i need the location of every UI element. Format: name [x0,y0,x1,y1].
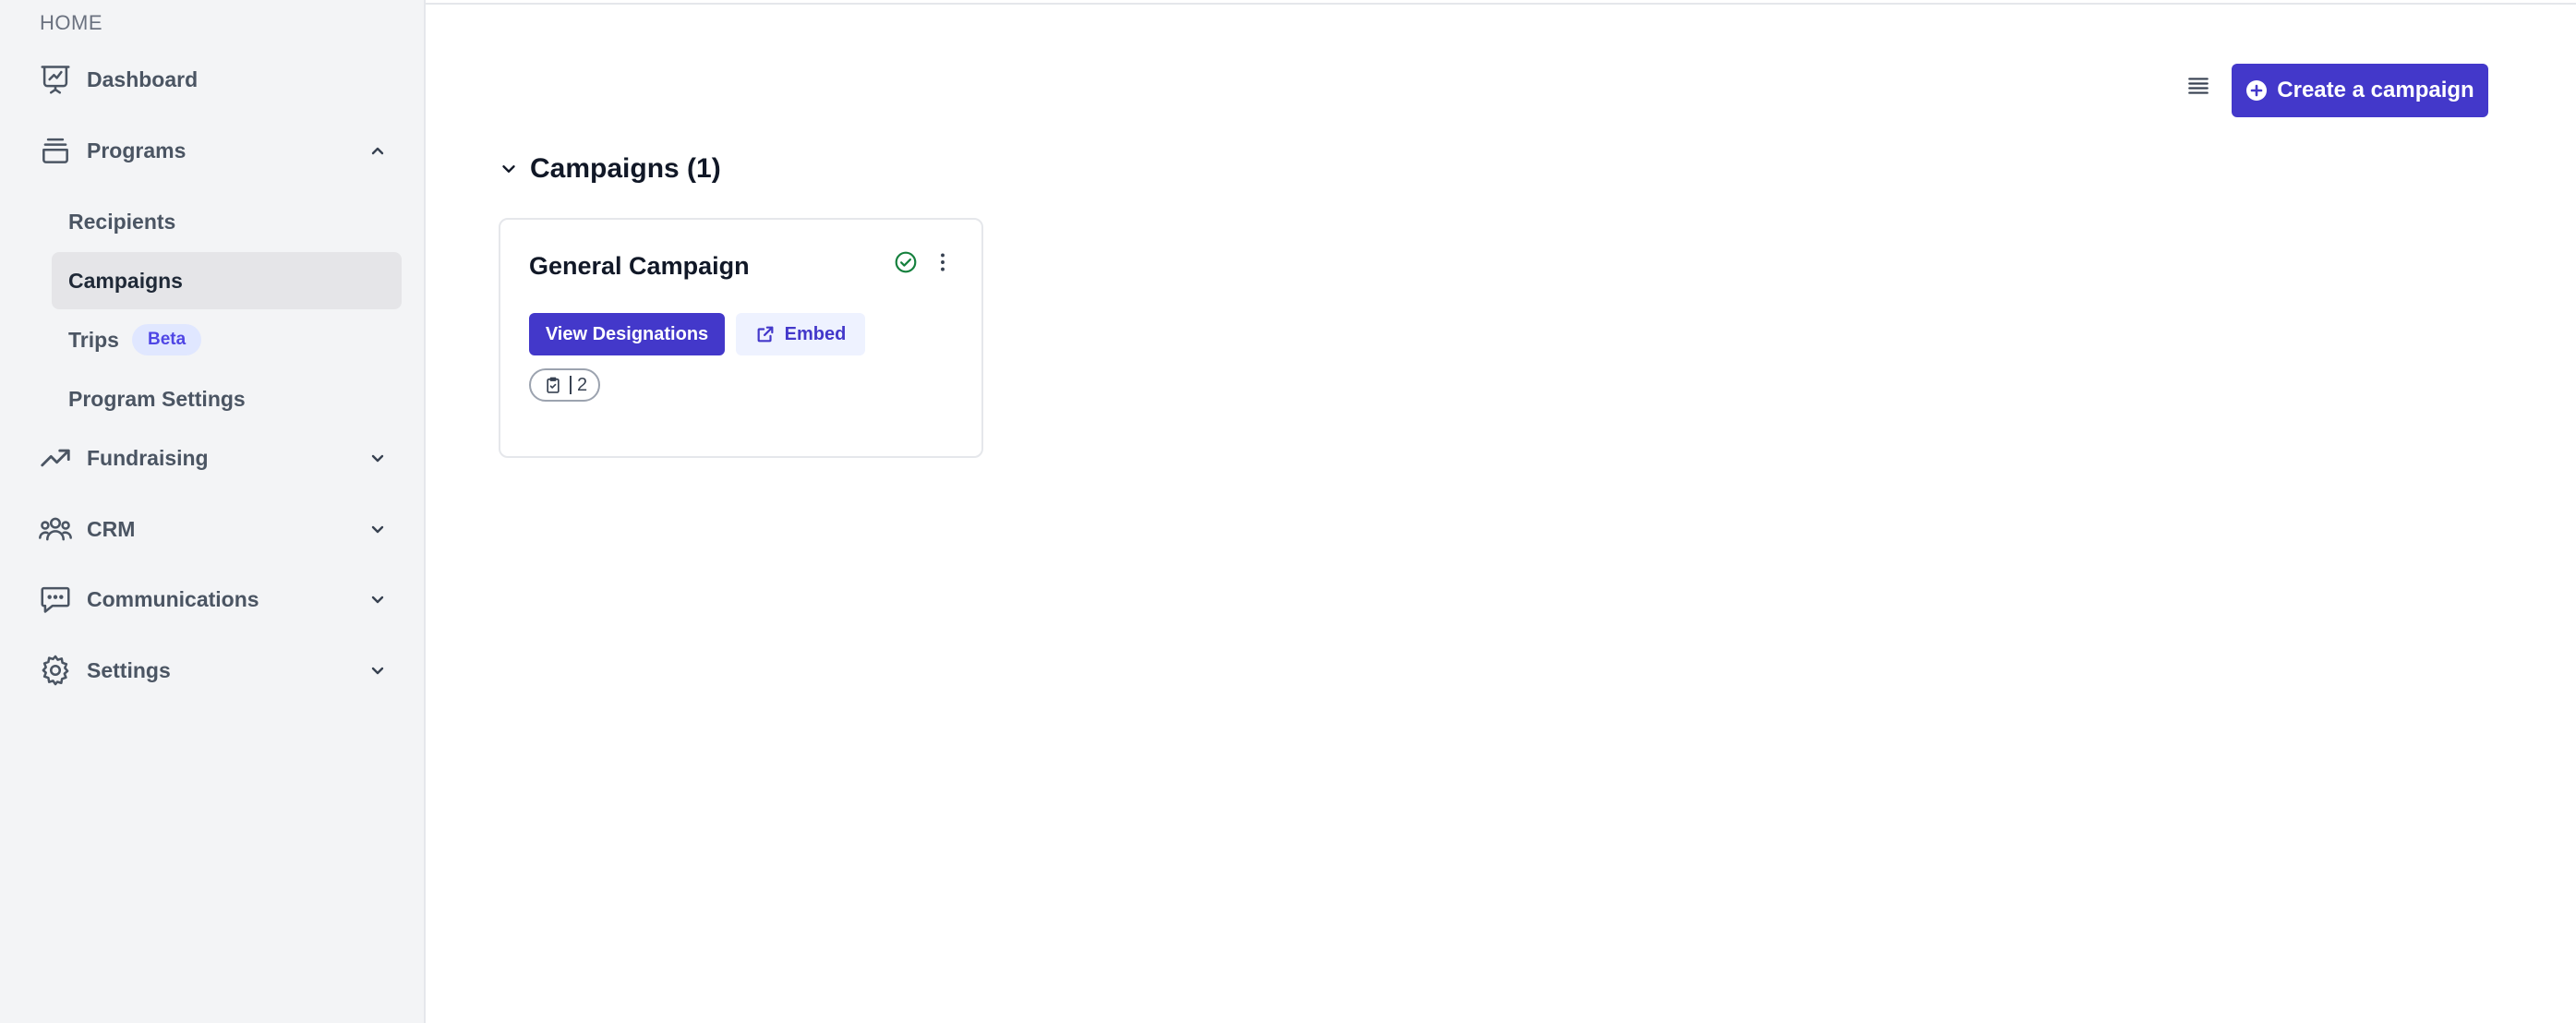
campaign-title: General Campaign [529,252,750,280]
sidebar-item-settings[interactable]: Settings [37,644,402,696]
sidebar-item-crm[interactable]: CRM [37,503,402,555]
sidebar-item-label: Dashboard [87,66,199,91]
sidebar-section-label: HOME [40,11,102,34]
sidebar: HOME Dashboard Programs Recipients Campa… [0,0,426,1023]
inbox-stack-icon [37,132,74,169]
campaign-card: General Campaign View Designations Embed… [499,218,983,458]
sidebar-subitem-recipients[interactable]: Recipients [52,193,402,250]
embed-button[interactable]: Embed [736,313,865,355]
user-group-icon [37,511,74,548]
sidebar-subitem-trips[interactable]: Trips Beta [52,311,402,368]
top-divider [426,3,2576,5]
chevron-down-icon [502,165,515,173]
pill-divider [570,376,572,394]
gear-icon [37,652,74,689]
sidebar-item-label: Communications [87,586,259,611]
sidebar-subitem-label: Campaigns [68,268,183,293]
check-circle-icon [895,251,917,273]
chevron-up-icon[interactable] [367,139,389,162]
list-view-icon[interactable] [2186,74,2210,98]
sidebar-item-label: Settings [87,657,171,682]
sidebar-item-fundraising[interactable]: Fundraising [37,432,402,484]
chat-bubble-icon [37,581,74,618]
designation-count: 2 [577,374,588,395]
sidebar-item-dashboard[interactable]: Dashboard [37,54,402,105]
more-options-icon[interactable] [931,250,955,274]
campaigns-section-toggle[interactable]: Campaigns (1) [499,153,721,185]
designation-count-badge: 2 [529,368,601,402]
create-campaign-button[interactable]: Create a campaign [2232,64,2488,117]
create-campaign-label: Create a campaign [2277,78,2474,102]
external-link-icon [757,326,774,343]
sidebar-subitem-campaigns[interactable]: Campaigns [52,252,402,309]
trending-up-icon [37,439,74,476]
sidebar-subitem-label: Trips [68,327,119,352]
sidebar-item-communications[interactable]: Communications [37,573,402,625]
chevron-down-icon[interactable] [367,588,389,610]
sidebar-item-programs[interactable]: Programs [37,125,402,176]
sidebar-item-label: Fundraising [87,445,209,470]
sidebar-item-label: CRM [87,516,136,541]
plus-circle-icon [2246,80,2268,101]
sidebar-item-label: Programs [87,138,187,162]
view-designations-button[interactable]: View Designations [529,313,725,355]
beta-badge: Beta [131,324,202,355]
chevron-down-icon[interactable] [367,518,389,540]
chevron-down-icon[interactable] [367,659,389,681]
sidebar-subitem-label: Program Settings [68,386,246,411]
clipboard-check-icon [547,377,560,393]
embed-label: Embed [784,323,847,344]
campaigns-section-title: Campaigns (1) [530,153,721,184]
chevron-down-icon[interactable] [367,447,389,469]
sidebar-subitem-program-settings[interactable]: Program Settings [52,370,402,427]
presentation-chart-icon [37,61,74,98]
sidebar-subitem-label: Recipients [68,209,176,234]
